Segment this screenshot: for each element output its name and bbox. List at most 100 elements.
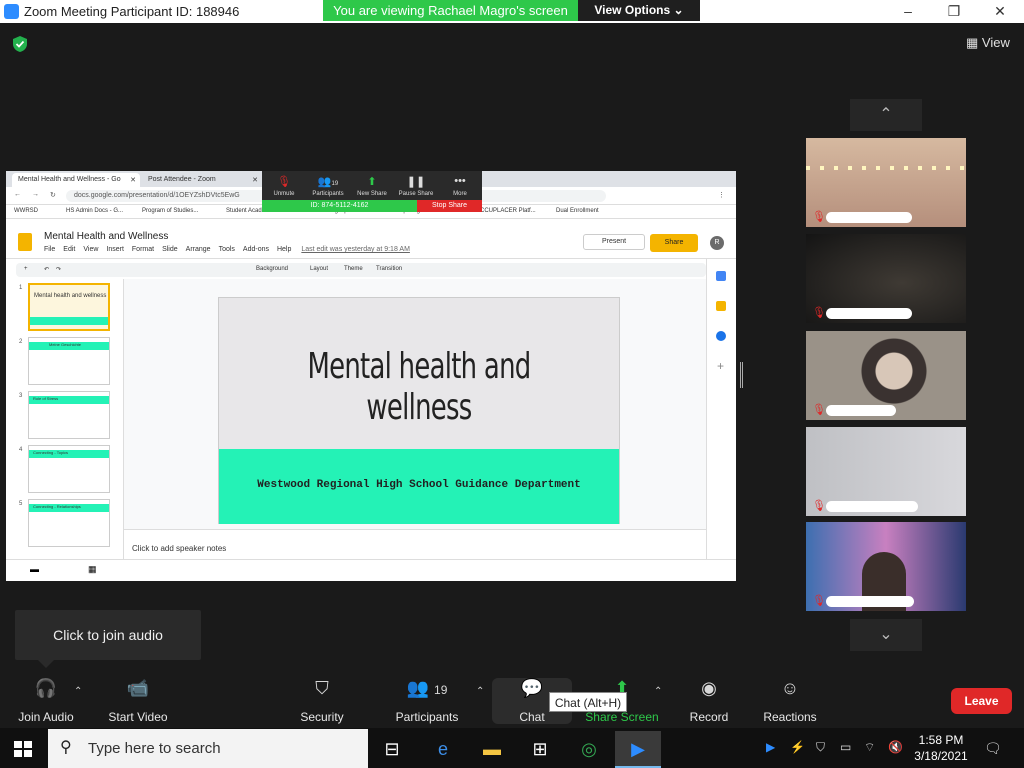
bookmark[interactable]: Program of Studies... — [142, 208, 198, 214]
close-tab-icon[interactable]: ✕ — [130, 176, 136, 184]
calendar-icon[interactable] — [716, 271, 726, 281]
slide-subtitle: Westwood Regional High School Guidance D… — [257, 479, 581, 491]
participant-video-tile[interactable]: 🎙 — [806, 234, 966, 323]
reactions-button[interactable]: ☺ Reactions — [762, 678, 818, 724]
filmstrip-view-icon[interactable]: ▬ — [30, 564, 39, 574]
participants-control-button[interactable]: 👥 19 Participants — [394, 678, 460, 724]
toolbar-transition[interactable]: Transition — [376, 266, 402, 272]
slide-thumbnail[interactable]: Role of Stress — [28, 391, 110, 439]
menu-slide[interactable]: Slide — [162, 246, 178, 253]
encryption-shield-icon[interactable] — [12, 35, 28, 53]
current-slide[interactable]: Mental health and wellness Westwood Regi… — [218, 297, 620, 524]
redo-icon[interactable]: ↷ — [56, 266, 61, 273]
browser-tab[interactable]: Post Attendee - Zoom ✕ — [142, 173, 262, 187]
file-explorer-icon[interactable]: ▬ — [469, 731, 515, 768]
participants-options-caret[interactable]: ⌃ — [476, 686, 484, 697]
minimize-button[interactable]: ‒ — [885, 2, 931, 22]
toolbar-background[interactable]: Background — [256, 266, 288, 272]
participant-video-tile[interactable]: 🎙 — [806, 331, 966, 420]
security-button[interactable]: ⛉ Security — [296, 678, 348, 724]
browser-tab[interactable]: Mental Health and Wellness - Go ✕ — [12, 173, 140, 187]
menu-addons[interactable]: Add-ons — [243, 246, 269, 253]
slide-thumbnail[interactable]: Connecting - Relationships — [28, 499, 110, 547]
start-video-button[interactable]: 📹 Start Video — [104, 678, 172, 724]
menu-insert[interactable]: Insert — [106, 246, 124, 253]
menu-view[interactable]: View — [83, 246, 98, 253]
participants-button[interactable]: 👥19 Participants — [306, 175, 350, 197]
join-audio-button[interactable]: 🎧 Join Audio — [14, 678, 78, 724]
browser-menu-icon[interactable]: ⋮ — [718, 191, 725, 199]
task-view-icon[interactable]: ⊟ — [369, 731, 415, 768]
participant-video-tile[interactable]: 🎙 — [806, 138, 966, 227]
taskbar-search-box[interactable]: ⚲ Type here to search — [48, 729, 368, 768]
menu-format[interactable]: Format — [132, 246, 154, 253]
slides-logo-icon[interactable] — [18, 233, 32, 251]
menu-help[interactable]: Help — [277, 246, 291, 253]
gallery-up-button[interactable]: ⌃ — [850, 99, 922, 131]
taskbar-clock[interactable]: 1:58 PM 3/18/2021 — [912, 732, 970, 764]
join-audio-tooltip[interactable]: Click to join audio — [15, 610, 201, 660]
menu-arrange[interactable]: Arrange — [186, 246, 211, 253]
grid-view-icon[interactable]: ▦ — [88, 564, 97, 575]
gallery-down-button[interactable]: ⌄ — [850, 619, 922, 651]
split-drag-handle[interactable] — [740, 362, 743, 388]
keep-icon[interactable] — [716, 301, 726, 311]
network-tray-icon[interactable]: ⚡ — [790, 740, 805, 754]
record-button[interactable]: ◉ Record — [686, 678, 732, 724]
last-edit-link[interactable]: Last edit was yesterday at 9:18 AM — [301, 246, 410, 253]
bookmark[interactable]: Dual Enrollment — [556, 208, 599, 214]
edge-icon[interactable]: e — [420, 731, 466, 768]
undo-icon[interactable]: ↶ — [44, 266, 49, 273]
slide-thumbnail[interactable]: Connecting - Topics — [28, 445, 110, 493]
tasks-icon[interactable] — [716, 331, 726, 341]
avatar[interactable]: R — [710, 236, 724, 250]
participant-video-tile[interactable]: 🎙 — [806, 522, 966, 611]
menu-file[interactable]: File — [44, 246, 55, 253]
forward-icon[interactable]: → — [32, 191, 39, 198]
chrome-icon[interactable]: ◎ — [566, 731, 612, 768]
view-options-button[interactable]: View Options ⌄ — [578, 0, 700, 21]
docs-share-button[interactable]: Share — [650, 234, 698, 252]
add-addon-icon[interactable]: + — [717, 359, 724, 373]
volume-muted-icon[interactable]: 🔇 — [888, 740, 903, 754]
defender-tray-icon[interactable]: ⛉ — [816, 740, 825, 755]
windows-start-icon[interactable] — [14, 741, 32, 757]
stop-share-button[interactable]: Stop Share — [417, 200, 482, 212]
slides-menubar: File Edit View Insert Format Slide Arrange Tool… — [44, 246, 418, 253]
menu-edit[interactable]: Edit — [63, 246, 75, 253]
more-button[interactable]: ••• More — [438, 175, 482, 197]
bookmark[interactable]: WWRSD — [14, 208, 38, 214]
close-button[interactable]: ✕ — [977, 2, 1023, 22]
add-icon[interactable]: + — [24, 266, 28, 272]
chevron-down-icon: ⌄ — [673, 3, 684, 17]
close-tab-icon[interactable]: ✕ — [252, 176, 258, 184]
maximize-button[interactable]: ❐ — [931, 2, 977, 22]
back-icon[interactable]: ← — [14, 191, 21, 198]
zoom-icon[interactable]: ▶ — [615, 731, 661, 768]
store-icon[interactable]: ⊞ — [517, 731, 563, 768]
notifications-icon[interactable]: 🗨 — [984, 740, 1002, 757]
zoom-tray-icon[interactable]: ▶ — [766, 740, 775, 754]
monitor-tray-icon[interactable]: ▭ — [840, 740, 851, 754]
menu-tools[interactable]: Tools — [219, 246, 235, 253]
participant-video-tile[interactable]: 🎙 — [806, 427, 966, 516]
pause-share-button[interactable]: ❚❚ Pause Share — [394, 175, 438, 197]
toolbar-layout[interactable]: Layout — [310, 266, 328, 272]
unmute-button[interactable]: 🎙 Unmute — [262, 175, 306, 197]
leave-button[interactable]: Leave — [951, 688, 1012, 714]
view-layout-button[interactable]: ▦ View — [966, 35, 1010, 51]
reload-icon[interactable]: ↻ — [50, 191, 56, 199]
wifi-tray-icon[interactable]: ⌔ — [864, 740, 875, 755]
search-icon: ⚲ — [60, 739, 72, 756]
bookmark[interactable]: HS Admin Docs - G... — [66, 208, 123, 214]
present-button[interactable]: Present — [583, 234, 645, 250]
share-options-caret[interactable]: ⌃ — [654, 686, 662, 697]
audio-options-caret[interactable]: ⌃ — [74, 686, 82, 697]
slide-thumbnail[interactable]: Meine Geschichte — [28, 337, 110, 385]
toolbar-theme[interactable]: Theme — [344, 266, 363, 272]
document-title[interactable]: Mental Health and Wellness — [44, 231, 168, 242]
new-share-button[interactable]: ⬆ New Share — [350, 175, 394, 197]
bookmark[interactable]: ACCUPLACER Platf... — [476, 208, 536, 214]
slide-thumbnail[interactable]: Mental health and wellness — [28, 283, 110, 331]
speaker-notes[interactable]: Click to add speaker notes — [124, 529, 706, 559]
